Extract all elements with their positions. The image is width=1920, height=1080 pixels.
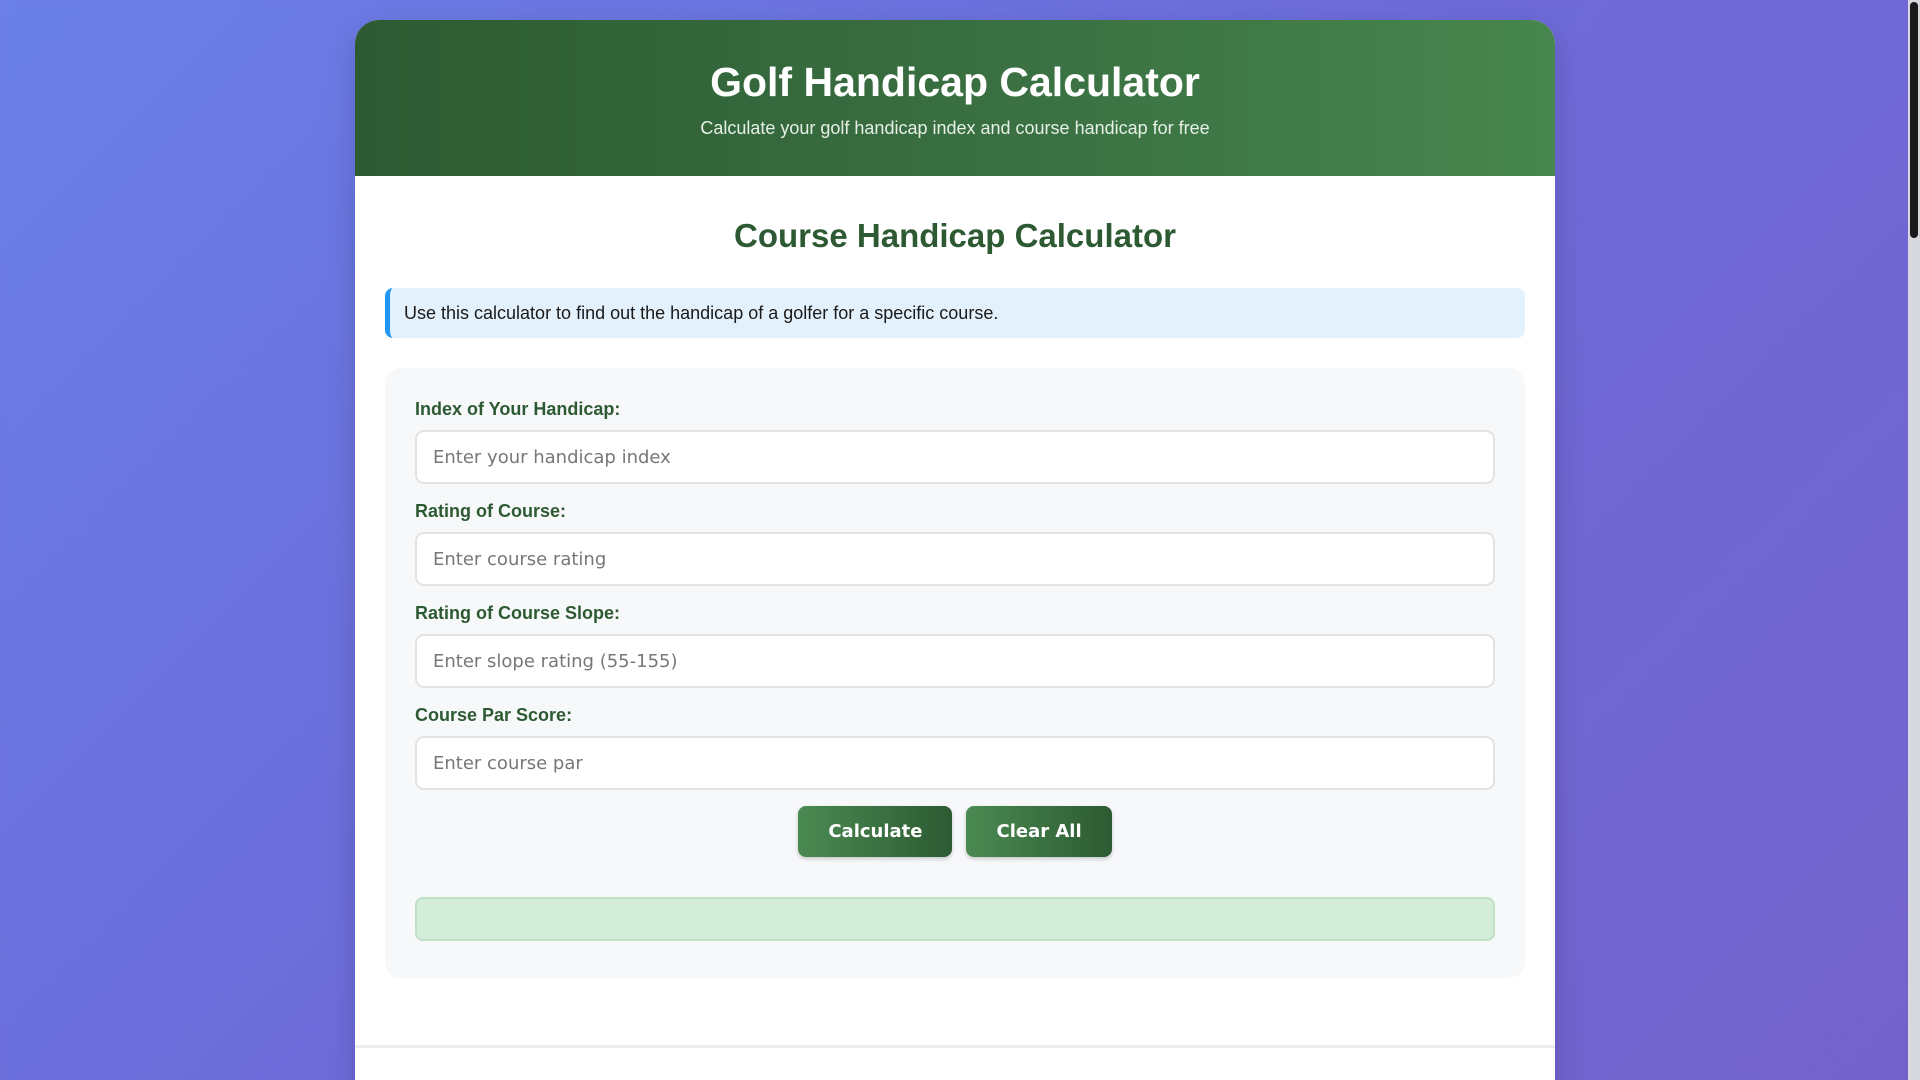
page-scrollbar[interactable] bbox=[1908, 0, 1920, 1080]
course-par-label: Course Par Score: bbox=[415, 705, 573, 725]
result-box bbox=[415, 897, 1495, 941]
page-subtitle: Calculate your golf handicap index and c… bbox=[700, 118, 1210, 138]
calculate-button[interactable]: Calculate bbox=[798, 806, 953, 857]
course-rating-field: Rating of Course: bbox=[415, 500, 1495, 586]
handicap-index-field: Index of Your Handicap: bbox=[415, 398, 1495, 484]
info-box: Use this calculator to find out the hand… bbox=[385, 288, 1525, 338]
clear-all-button[interactable]: Clear All bbox=[966, 806, 1112, 857]
page-title: Golf Handicap Calculator bbox=[710, 59, 1200, 105]
course-rating-label: Rating of Course: bbox=[415, 501, 566, 521]
slope-rating-input[interactable] bbox=[415, 634, 1495, 688]
course-par-field: Course Par Score: bbox=[415, 704, 1495, 790]
handicap-index-label: Index of Your Handicap: bbox=[415, 399, 621, 419]
course-rating-input[interactable] bbox=[415, 532, 1495, 586]
handicap-index-input[interactable] bbox=[415, 430, 1495, 484]
section-title: Course Handicap Calculator bbox=[734, 217, 1176, 254]
slope-rating-field: Rating of Course Slope: bbox=[415, 602, 1495, 688]
info-text: Use this calculator to find out the hand… bbox=[404, 302, 999, 323]
calculator-app: Golf Handicap Calculator Calculate your … bbox=[355, 20, 1555, 1080]
section-divider bbox=[355, 1045, 1555, 1048]
calculator-form: Index of Your Handicap: Rating of Course… bbox=[385, 368, 1525, 978]
slope-rating-label: Rating of Course Slope: bbox=[415, 603, 621, 623]
main-content: Course Handicap Calculator Use this calc… bbox=[355, 216, 1555, 978]
page-header: Golf Handicap Calculator Calculate your … bbox=[355, 20, 1555, 176]
form-actions: Calculate Clear All bbox=[415, 806, 1495, 857]
course-par-input[interactable] bbox=[415, 736, 1495, 790]
scrollbar-thumb[interactable] bbox=[1910, 2, 1918, 238]
